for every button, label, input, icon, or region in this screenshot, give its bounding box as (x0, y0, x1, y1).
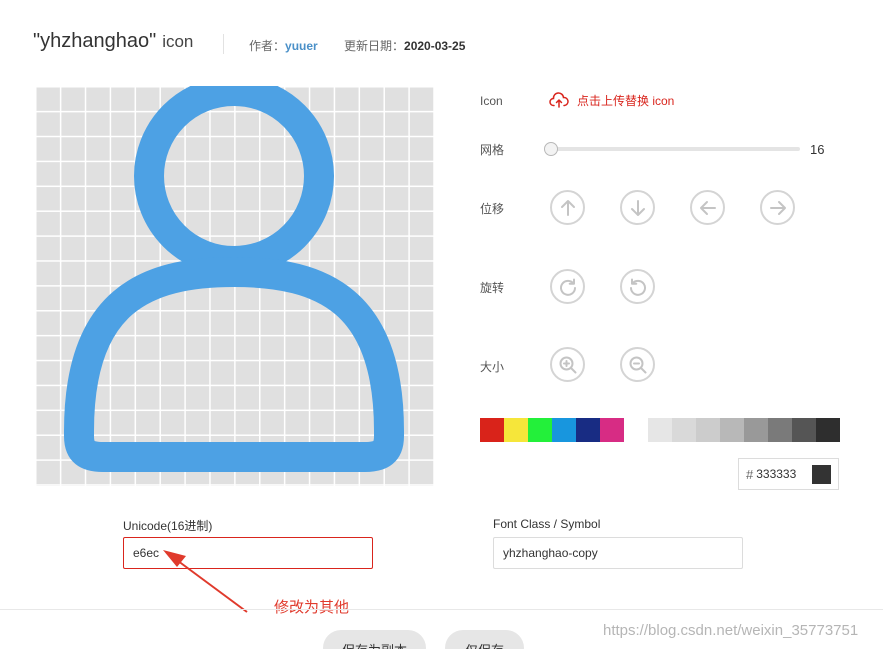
footer-divider (0, 609, 883, 610)
save-as-copy-button[interactable]: 保存为副本 (323, 630, 426, 649)
watermark: https://blog.csdn.net/weixin_35773751 (603, 622, 859, 639)
annotation-text: 修改为其他 (274, 599, 350, 616)
save-only-button[interactable]: 仅保存 (445, 630, 524, 649)
annotation-arrow (163, 550, 248, 613)
